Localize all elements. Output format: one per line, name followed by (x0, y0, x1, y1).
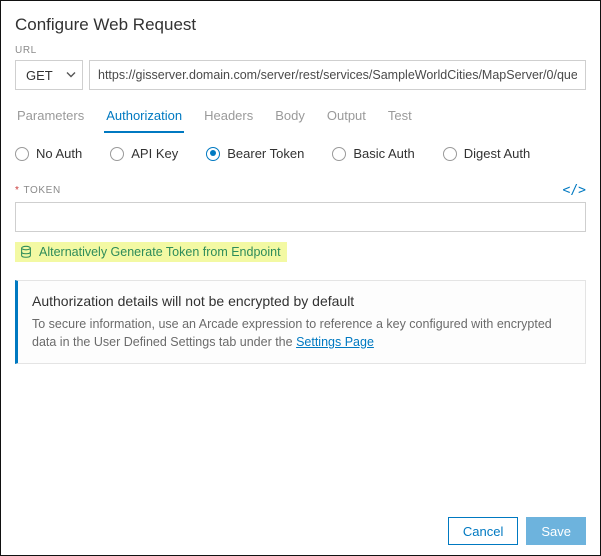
required-mark: * (15, 185, 20, 196)
http-method-select[interactable]: GET (15, 60, 83, 90)
code-toggle-icon[interactable]: </> (563, 183, 586, 198)
info-title: Authorization details will not be encryp… (32, 293, 571, 309)
tab-headers[interactable]: Headers (202, 104, 255, 133)
encryption-info-box: Authorization details will not be encryp… (15, 280, 586, 364)
generate-token-link[interactable]: Alternatively Generate Token from Endpoi… (15, 242, 287, 262)
dialog-title: Configure Web Request (15, 15, 586, 35)
tab-output[interactable]: Output (325, 104, 368, 133)
radio-label: Digest Auth (464, 146, 531, 161)
url-input[interactable] (89, 60, 586, 90)
radio-label: Bearer Token (227, 146, 304, 161)
radio-api-key[interactable]: API Key (110, 146, 178, 161)
radio-label: API Key (131, 146, 178, 161)
settings-page-link[interactable]: Settings Page (296, 335, 374, 349)
http-method-value: GET (26, 68, 53, 83)
token-label: * TOKEN (15, 185, 61, 196)
chevron-down-icon (66, 68, 76, 83)
url-row: GET (15, 60, 586, 90)
radio-icon (110, 147, 124, 161)
token-label-text: TOKEN (24, 185, 61, 196)
save-button[interactable]: Save (526, 517, 586, 545)
radio-icon (15, 147, 29, 161)
radio-icon (443, 147, 457, 161)
radio-icon (206, 147, 220, 161)
radio-digest-auth[interactable]: Digest Auth (443, 146, 531, 161)
radio-bearer-token[interactable]: Bearer Token (206, 146, 304, 161)
radio-no-auth[interactable]: No Auth (15, 146, 82, 161)
database-icon (19, 245, 33, 259)
radio-label: Basic Auth (353, 146, 414, 161)
tab-parameters[interactable]: Parameters (15, 104, 86, 133)
token-label-row: * TOKEN </> (15, 183, 586, 198)
radio-basic-auth[interactable]: Basic Auth (332, 146, 414, 161)
tab-test[interactable]: Test (386, 104, 414, 133)
tabs: Parameters Authorization Headers Body Ou… (15, 104, 586, 134)
info-body: To secure information, use an Arcade exp… (32, 315, 571, 351)
tab-body[interactable]: Body (273, 104, 307, 133)
url-label: URL (15, 45, 586, 56)
cancel-button[interactable]: Cancel (448, 517, 518, 545)
radio-icon (332, 147, 346, 161)
radio-label: No Auth (36, 146, 82, 161)
auth-type-radio-group: No Auth API Key Bearer Token Basic Auth … (15, 146, 586, 161)
dialog-footer: Cancel Save (15, 507, 586, 545)
token-input[interactable] (15, 202, 586, 232)
configure-web-request-dialog: Configure Web Request URL GET Parameters… (0, 0, 601, 556)
generate-token-link-text: Alternatively Generate Token from Endpoi… (39, 245, 281, 259)
tab-authorization[interactable]: Authorization (104, 104, 184, 133)
info-body-text: To secure information, use an Arcade exp… (32, 317, 552, 349)
